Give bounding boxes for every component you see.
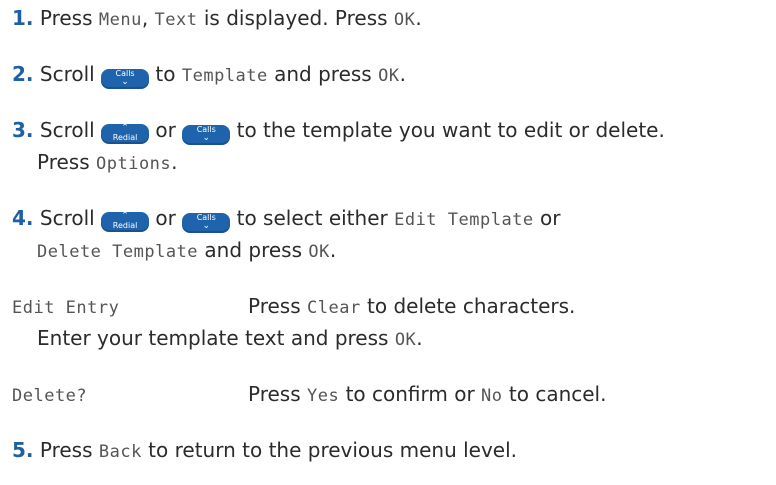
step-text: to confirm or [339,382,482,406]
chevron-down-icon: ⌄ [121,77,129,87]
step-1: 1. Press Menu, Text is displayed. Press … [12,4,422,32]
lcd-text-yes: Yes [307,386,340,406]
step-text: is displayed. Press [197,6,394,30]
step-text: . [171,150,178,174]
chevron-down-icon: ⌄ [202,221,211,231]
screen-row-edit-entry-continuation: Enter your template text and press OK. [37,324,423,352]
step-2: 2. Scroll Calls ⌄ to Template and press O… [12,60,406,89]
step-text: Press [37,150,96,174]
step-4-continuation: Delete Template and press OK. [37,236,336,264]
calls-key: Calls ⌄ [182,125,231,145]
lcd-text-ok: OK [393,10,416,30]
step-number: 1. [12,6,34,30]
lcd-text-edit-template: Edit Template [394,210,534,230]
redial-key-label: Redial [112,133,138,142]
step-text: to return to the previous menu level. [141,438,518,462]
step-text: to [149,62,182,86]
step-4: 4. Scroll ⌃ Redial or Calls ⌄ to select ei… [12,204,561,233]
instruction-page: 1. Press Menu, Text is displayed. Press … [0,0,776,485]
step-text: . [329,238,337,262]
lcd-text-clear: Clear [307,298,361,318]
step-text: Scroll [39,62,102,86]
lcd-text-delete-template: Delete Template [37,242,199,262]
step-text: Press [39,6,99,30]
step-text: . [399,62,406,86]
redial-key: ⌃ Redial [101,211,150,232]
step-number: 3. [12,118,34,142]
screen-description: Press Yes to confirm or No to cancel. [248,380,606,410]
step-text: Press [248,382,307,406]
step-text: to cancel. [502,382,607,406]
step-text: and press [198,238,309,262]
step-text: to delete characters. [360,294,576,318]
step-text: or [533,206,561,230]
lcd-screen-label: Edit Entry [12,298,120,318]
step-3-continuation: Press Options. [37,148,178,176]
step-text: . [416,326,423,350]
step-5: 5. Press Back to return to the previous … [12,436,517,464]
step-text: Press [39,438,99,462]
calls-key: Calls ⌄ [101,69,150,89]
step-text: or [149,206,183,230]
lcd-text-template: Template [181,66,268,86]
lcd-text-menu: Menu [98,10,142,30]
step-number: 2. [12,62,34,86]
chevron-up-icon: ⌃ [121,123,129,133]
lcd-text-options: Options [96,154,172,174]
step-text: or [149,118,183,142]
lcd-text-ok: OK [308,242,330,262]
lcd-text-ok: OK [394,330,417,350]
step-number: 4. [12,206,34,230]
step-text: and press [267,62,379,86]
step-text: to the template you want to edit or dele… [230,118,665,142]
step-text: , [141,6,155,30]
lcd-text-no: No [481,386,503,406]
chevron-down-icon: ⌄ [202,133,211,143]
redial-key-label: Redial [112,221,138,230]
step-3: 3. Scroll ⌃ Redial or Calls ⌄ to the templ… [12,116,665,145]
step-number: 5. [12,438,34,462]
chevron-up-icon: ⌃ [121,211,129,221]
step-text: to select either [230,206,395,230]
step-text: Press [248,294,307,318]
calls-key: Calls ⌄ [182,213,231,233]
redial-key: ⌃ Redial [101,123,150,144]
lcd-text-text: Text [154,10,198,30]
lcd-text-back: Back [98,442,142,462]
screen-description: Press Clear to delete characters. [248,292,575,322]
step-text: . [415,6,422,30]
step-text: Scroll [39,206,102,230]
screen-row-edit-entry: Edit Entry Press Clear to delete charact… [12,292,772,320]
screen-row-delete: Delete? Press Yes to confirm or No to ca… [12,380,772,408]
lcd-screen-label: Delete? [12,386,88,406]
step-text: Enter your template text and press [37,326,395,350]
step-text: Scroll [39,118,102,142]
lcd-text-ok: OK [378,66,400,86]
